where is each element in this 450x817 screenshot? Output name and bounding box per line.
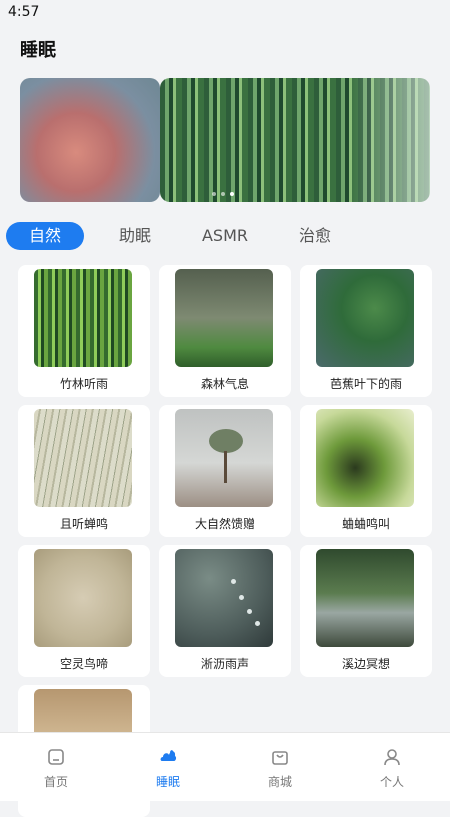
nav-profile-label: 个人 xyxy=(379,775,404,789)
status-bar: 4:57 xyxy=(0,0,450,24)
sound-card-birdsong[interactable]: 空灵鸟啼 xyxy=(18,545,150,677)
sound-card-stream-meditation[interactable]: 溪边冥想 xyxy=(300,545,432,677)
banner-dot-active xyxy=(230,192,234,196)
category-tabs: 自然 助眠 ASMR 治愈 xyxy=(6,222,446,250)
nav-home[interactable]: 首页 xyxy=(0,733,112,801)
home-icon xyxy=(48,749,64,765)
card-label: 大自然馈赠 xyxy=(194,517,255,531)
raindrop xyxy=(247,609,252,614)
shopping-bag-icon xyxy=(272,751,288,765)
banner-slide-previous[interactable] xyxy=(20,78,160,202)
banner-indicator xyxy=(212,192,234,196)
nav-profile[interactable]: 个人 xyxy=(336,733,448,801)
card-label: 溪边冥想 xyxy=(341,657,390,671)
tab-sleep-aid[interactable]: 助眠 xyxy=(104,222,166,250)
sound-card-banana-leaf-rain[interactable]: 芭蕉叶下的雨 xyxy=(300,265,432,397)
card-label: 芭蕉叶下的雨 xyxy=(329,377,402,391)
sound-card-cicada[interactable]: 且听蝉鸣 xyxy=(18,405,150,537)
sound-card-forest[interactable]: 森林气息 xyxy=(159,265,291,397)
raindrop-thumbnail xyxy=(175,549,273,647)
cicada-sketch-thumbnail xyxy=(34,409,132,507)
forest-thumbnail xyxy=(175,269,273,367)
raindrop xyxy=(231,579,236,584)
banner-dot xyxy=(221,192,225,196)
leaf-thumbnail xyxy=(316,269,414,367)
raindrop xyxy=(239,595,244,600)
tree-canopy xyxy=(209,429,243,453)
raindrop xyxy=(255,621,260,626)
nav-shop-label: 商城 xyxy=(267,775,292,789)
tab-healing[interactable]: 治愈 xyxy=(286,222,344,250)
tree-trunk xyxy=(224,451,227,483)
sound-card-drizzle[interactable]: 淅沥雨声 xyxy=(159,545,291,677)
nav-sleep-label: 睡眠 xyxy=(155,775,180,789)
bamboo-thumbnail xyxy=(34,269,132,367)
tab-nature[interactable]: 自然 xyxy=(6,222,84,250)
sound-card-bamboo-rain[interactable]: 竹林听雨 xyxy=(18,265,150,397)
bird-sketch-thumbnail xyxy=(34,549,132,647)
sleep-icon xyxy=(160,750,177,761)
banner-slide-bamboo[interactable] xyxy=(160,78,430,202)
nav-shop[interactable]: 商城 xyxy=(224,733,336,801)
tab-asmr[interactable]: ASMR xyxy=(192,222,258,250)
card-label: 竹林听雨 xyxy=(59,377,108,391)
nav-home-label: 首页 xyxy=(43,775,68,789)
nav-sleep[interactable]: 睡眠 xyxy=(112,733,224,801)
card-label: 淅沥雨声 xyxy=(200,657,249,671)
card-label: 空灵鸟啼 xyxy=(59,657,108,671)
stream-thumbnail xyxy=(316,549,414,647)
user-icon xyxy=(384,749,400,766)
card-label: 且听蝉鸣 xyxy=(59,517,108,531)
banner-dot xyxy=(212,192,216,196)
sound-card-nature-gift[interactable]: 大自然馈赠 xyxy=(159,405,291,537)
tree-thumbnail xyxy=(175,409,273,507)
page-title: 睡眠 xyxy=(20,40,56,61)
card-label: 森林气息 xyxy=(200,377,249,391)
card-label: 蛐蛐鸣叫 xyxy=(341,517,390,531)
bottom-tab-bar: 首页 睡眠 商城 个人 xyxy=(0,732,450,801)
sound-card-cricket[interactable]: 蛐蛐鸣叫 xyxy=(300,405,432,537)
cricket-thumbnail xyxy=(316,409,414,507)
status-time: 4:57 xyxy=(8,4,40,20)
